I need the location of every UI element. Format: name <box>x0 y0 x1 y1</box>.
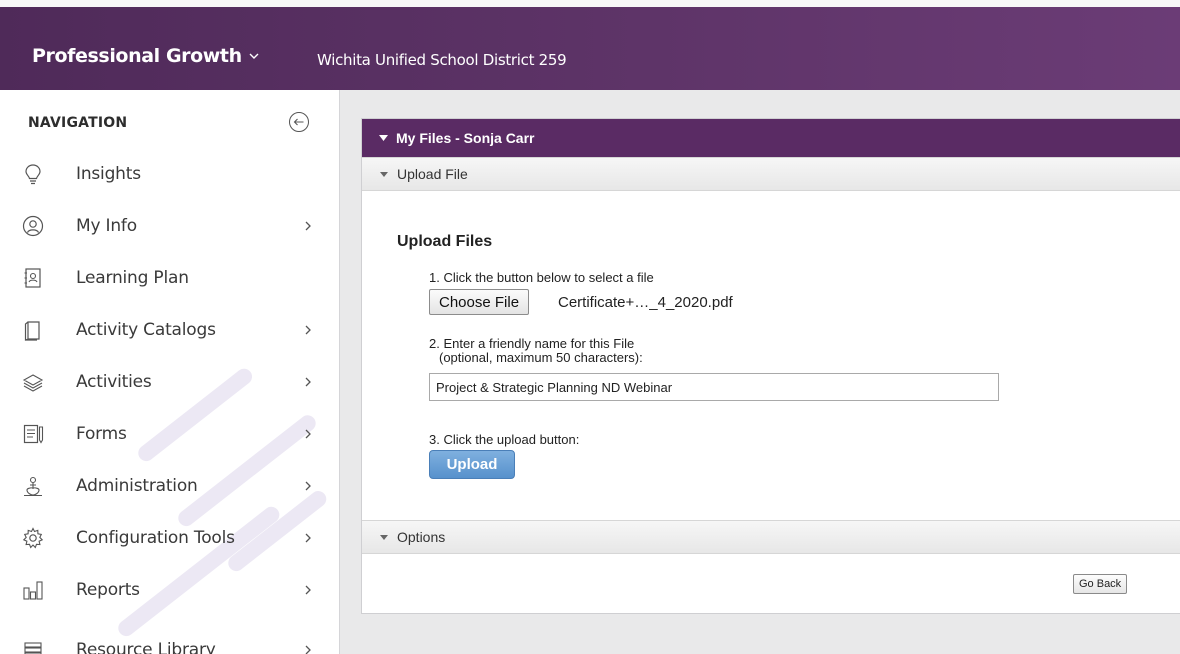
caret-down-icon <box>380 171 388 177</box>
upload-files-heading: Upload Files <box>397 233 493 250</box>
upload-button[interactable]: Upload <box>429 450 515 479</box>
app-header: Professional Growth Wichita Unified Scho… <box>0 0 1180 90</box>
sidebar-item-label: My Info <box>76 216 137 236</box>
sidebar-item-my-info[interactable]: My Info <box>0 204 339 248</box>
book-icon <box>24 321 40 341</box>
collapse-sidebar-icon[interactable] <box>288 111 310 133</box>
sidebar-item-configuration-tools[interactable]: Configuration Tools <box>0 516 339 560</box>
caret-down-icon <box>380 534 388 540</box>
sidebar-item-label: Configuration Tools <box>76 528 235 548</box>
sidebar-item-insights[interactable]: Insights <box>0 152 339 196</box>
sidebar-item-label: Administration <box>76 476 198 496</box>
chevron-down-icon <box>249 53 259 59</box>
sidebar-item-activity-catalogs[interactable]: Activity Catalogs <box>0 308 339 352</box>
sidebar-item-label: Forms <box>76 424 127 444</box>
app-switcher[interactable]: Professional Growth <box>32 45 259 67</box>
sidebar-item-administration[interactable]: Administration <box>0 464 339 508</box>
chevron-right-icon <box>305 585 311 595</box>
sidebar-item-label: Resource Library <box>76 640 216 654</box>
administrator-icon <box>24 476 42 497</box>
sidebar-item-label: Learning Plan <box>76 268 189 288</box>
panel-header[interactable]: My Files - Sonja Carr <box>362 119 1180 157</box>
chevron-right-icon <box>305 481 311 491</box>
user-circle-icon <box>22 215 44 237</box>
panel-title: My Files - Sonja Carr <box>396 130 535 146</box>
options-section-toggle[interactable]: Options <box>362 520 1180 554</box>
step-2-text: 2. Enter a friendly name for this File <box>429 336 635 351</box>
navigation-heading: NAVIGATION <box>28 115 128 131</box>
sidebar-item-label: Insights <box>76 164 141 184</box>
sidebar-item-reports[interactable]: Reports <box>0 568 339 612</box>
sidebar: NAVIGATION Insights My Info Learning Pla… <box>0 90 340 654</box>
sidebar-item-label: Activities <box>76 372 152 392</box>
sidebar-item-learning-plan[interactable]: Learning Plan <box>0 256 339 300</box>
sidebar-item-label: Reports <box>76 580 140 600</box>
chevron-right-icon <box>305 429 311 439</box>
sidebar-item-resource-library[interactable]: Resource Library <box>0 628 339 654</box>
section-label: Options <box>397 529 446 545</box>
sidebar-item-label: Activity Catalogs <box>76 320 216 340</box>
bar-chart-icon <box>23 581 43 600</box>
go-back-button[interactable]: Go Back <box>1073 574 1128 594</box>
district-name: Wichita Unified School District 259 <box>317 51 567 69</box>
contact-book-icon <box>24 268 41 288</box>
caret-down-icon <box>379 135 388 141</box>
layers-icon <box>22 374 44 392</box>
section-label: Upload File <box>397 166 468 182</box>
step-3-text: 3. Click the upload button: <box>429 432 580 447</box>
my-files-panel: My Files - Sonja Carr Upload File Upload… <box>361 118 1180 614</box>
lightbulb-icon <box>25 164 41 185</box>
app-title: Professional Growth <box>32 45 242 67</box>
chevron-right-icon <box>305 533 311 543</box>
form-icon <box>23 424 44 444</box>
step-2-hint: (optional, maximum 50 characters): <box>439 350 643 365</box>
step-1-text: 1. Click the button below to select a fi… <box>429 270 654 285</box>
selected-file-name: Certificate+…_4_2020.pdf <box>558 294 733 311</box>
chevron-right-icon <box>305 325 311 335</box>
gear-icon <box>22 527 44 549</box>
friendly-name-input[interactable] <box>429 373 999 401</box>
upload-file-section-toggle[interactable]: Upload File <box>362 157 1180 191</box>
chevron-right-icon <box>305 377 311 387</box>
sidebar-item-activities[interactable]: Activities <box>0 360 339 404</box>
choose-file-button[interactable]: Choose File <box>429 289 530 315</box>
sidebar-item-forms[interactable]: Forms <box>0 412 339 456</box>
stack-icon <box>24 642 42 654</box>
chevron-right-icon <box>305 645 311 654</box>
chevron-right-icon <box>305 221 311 231</box>
